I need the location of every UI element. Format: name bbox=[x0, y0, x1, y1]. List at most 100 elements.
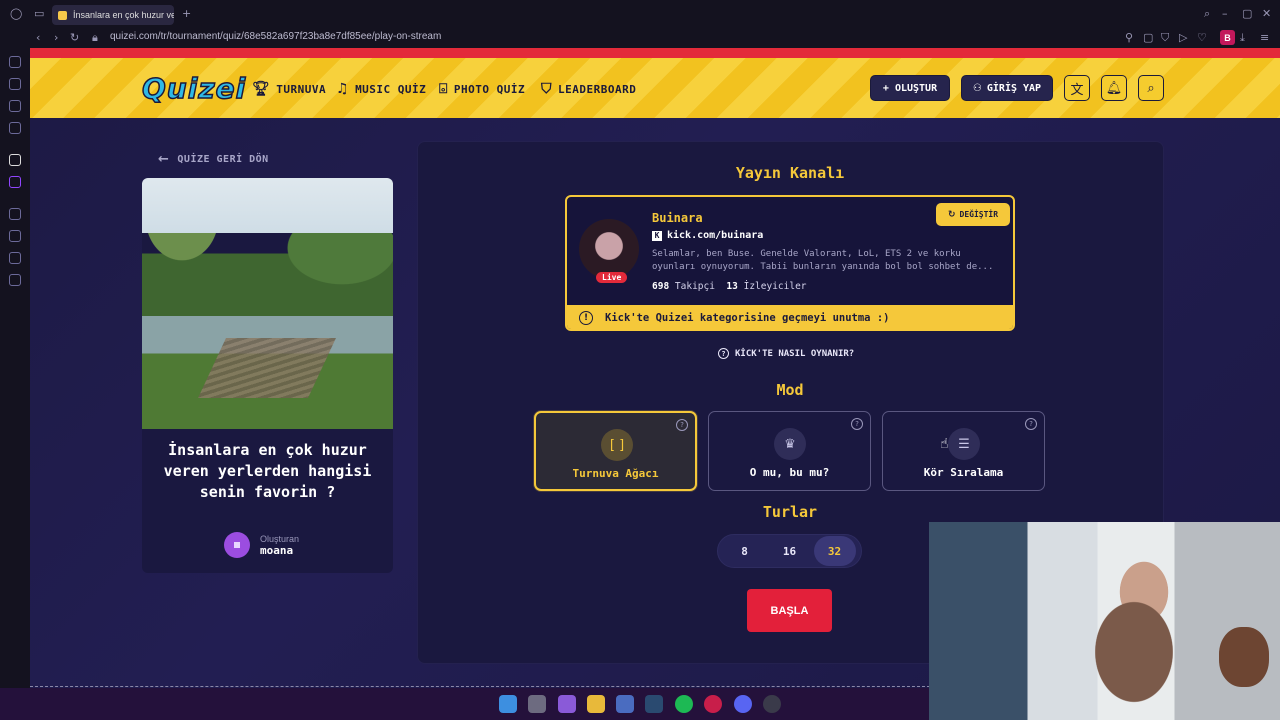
url-text[interactable]: quizei.com/tr/tournament/quiz/68e582a697… bbox=[110, 31, 441, 42]
music-note-icon: ♫ bbox=[336, 81, 350, 97]
followers-count: 698 bbox=[652, 281, 670, 292]
sidebar-player-icon[interactable] bbox=[9, 208, 21, 220]
rounds-selector: 8 16 32 bbox=[717, 534, 862, 568]
channel-card: Live Buinara K kick.com/buinara Selamlar… bbox=[565, 195, 1015, 331]
play-icon[interactable]: ▷ bbox=[1179, 31, 1187, 44]
new-tab-icon[interactable]: + bbox=[182, 7, 191, 20]
medal-icon: ⛉ bbox=[541, 81, 552, 97]
minimize-icon[interactable]: – bbox=[1222, 7, 1228, 20]
maximize-icon[interactable]: ▢ bbox=[1242, 7, 1252, 20]
file-explorer-icon[interactable] bbox=[587, 695, 605, 713]
nav-photo-quiz-label: PHOTO QUİZ bbox=[453, 82, 526, 96]
sidebar-settings-icon[interactable] bbox=[9, 274, 21, 286]
search-icon[interactable]: ⌕ bbox=[1138, 75, 1164, 101]
camera-icon: ⌻ bbox=[439, 81, 448, 97]
forward-nav-icon[interactable]: › bbox=[54, 31, 58, 44]
opera-logo-icon[interactable]: ◯ bbox=[10, 7, 22, 20]
search-tabs-icon[interactable]: ⌕ bbox=[1204, 7, 1210, 21]
viewers-label: İzleyiciler bbox=[743, 281, 807, 292]
mode-blind-ranking[interactable]: ☰ Kör Sıralama ? bbox=[882, 411, 1045, 491]
category-notice: ! Kick'te Quizei kategorisine geçmeyi un… bbox=[567, 305, 1013, 329]
sidebar-extensions-icon[interactable] bbox=[9, 252, 21, 264]
channel-avatar bbox=[579, 219, 639, 279]
divider bbox=[30, 686, 930, 687]
lock-icon: 🔒︎ bbox=[92, 31, 98, 44]
menu-icon[interactable]: ≡ bbox=[1260, 31, 1269, 44]
sidebar-messenger-icon[interactable] bbox=[9, 78, 21, 90]
user-icon: ⚇ bbox=[972, 82, 982, 94]
nav-music-quiz-label: MUSIC QUİZ bbox=[355, 82, 427, 96]
login-button[interactable]: ⚇ GİRİŞ YAP bbox=[961, 75, 1053, 101]
nav-turnuva[interactable]: 🏆︎ TURNUVA bbox=[252, 81, 326, 97]
creator-info[interactable]: Oluşturan moana bbox=[224, 532, 299, 558]
opera-gx-icon[interactable] bbox=[704, 695, 722, 713]
followers-label: Takipçi bbox=[674, 281, 715, 292]
spotify-icon[interactable] bbox=[675, 695, 693, 713]
address-bar: ‹ › ↻ 🔒︎ quizei.com/tr/tournament/quiz/6… bbox=[0, 28, 1280, 48]
snapshot-icon[interactable]: ▢ bbox=[1143, 31, 1153, 44]
chatgpt-icon[interactable] bbox=[763, 695, 781, 713]
reload-icon[interactable]: ↻ bbox=[70, 31, 79, 44]
round-option-8[interactable]: 8 bbox=[724, 536, 766, 566]
store-icon[interactable] bbox=[616, 695, 634, 713]
round-option-16[interactable]: 16 bbox=[769, 536, 811, 566]
round-option-32[interactable]: 32 bbox=[813, 536, 856, 566]
tab-favicon-icon bbox=[58, 10, 67, 20]
browser-tab-bar: ◯ ▭ İnsanlara en çok huzur ve + ⌕ – ▢ ✕ bbox=[0, 0, 1280, 28]
mode-tournament-bracket[interactable]: [ ] Turnuva Ağacı ? bbox=[534, 411, 697, 491]
nav-leaderboard[interactable]: ⛉ LEADERBOARD bbox=[541, 81, 636, 97]
bell-icon[interactable]: 🔔︎ bbox=[1101, 75, 1127, 101]
sidebar-aria-icon[interactable] bbox=[9, 56, 21, 68]
channel-stats: 698 Takipçi 13 İzleyiciler bbox=[652, 281, 807, 292]
create-button[interactable]: + OLUŞTUR bbox=[870, 75, 950, 101]
rounds-title: Turlar bbox=[762, 503, 818, 521]
tab-menu-icon[interactable]: ▭ bbox=[34, 7, 44, 20]
creator-name: moana bbox=[260, 543, 294, 557]
close-window-icon[interactable]: ✕ bbox=[1262, 7, 1271, 20]
sidebar-gx-corner-icon[interactable] bbox=[9, 122, 21, 134]
help-circle-icon[interactable]: ? bbox=[851, 418, 863, 430]
steam-icon[interactable] bbox=[645, 695, 663, 713]
heart-icon[interactable]: ♡ bbox=[1197, 31, 1207, 44]
help-circle-icon[interactable]: ? bbox=[1025, 418, 1037, 430]
download-icon[interactable]: ⤓ bbox=[1240, 31, 1245, 45]
discord-icon[interactable] bbox=[734, 695, 752, 713]
shield-icon[interactable]: ⛉ bbox=[1161, 31, 1169, 45]
pin-icon[interactable]: ⚲ bbox=[1125, 31, 1133, 44]
bracket-icon: [ ] bbox=[601, 429, 633, 461]
channel-name: Buinara bbox=[652, 211, 703, 225]
quizei-logo[interactable]: Quizei bbox=[141, 71, 246, 106]
mode-this-or-that[interactable]: ♛ O mu, bu mu? ? bbox=[708, 411, 871, 491]
browser-tab[interactable]: İnsanlara en çok huzur ve bbox=[52, 5, 174, 25]
viewers-count: 13 bbox=[726, 281, 738, 292]
live-banner-strip bbox=[30, 48, 1280, 58]
opera-sidebar bbox=[0, 48, 30, 688]
mode-label: Kör Sıralama bbox=[923, 466, 1004, 479]
nav-photo-quiz[interactable]: ⌻ PHOTO QUİZ bbox=[439, 81, 525, 97]
sidebar-history-icon[interactable] bbox=[9, 230, 21, 242]
how-to-play-link[interactable]: ? KİCK'TE NASIL OYNANIR? bbox=[718, 348, 854, 359]
tab-title: İnsanlara en çok huzur ve bbox=[73, 10, 174, 20]
back-nav-icon[interactable]: ‹ bbox=[36, 31, 40, 44]
webcam-overlay bbox=[929, 522, 1280, 720]
howto-label: KİCK'TE NASIL OYNANIR? bbox=[735, 348, 855, 359]
teddy-bear-shape bbox=[1219, 627, 1269, 687]
task-view-icon[interactable] bbox=[528, 695, 546, 713]
translate-icon[interactable]: 文 bbox=[1064, 75, 1090, 101]
help-circle-icon[interactable]: ? bbox=[676, 419, 688, 431]
windows-start-icon[interactable] bbox=[499, 695, 517, 713]
mode-label: Turnuva Ağacı bbox=[572, 467, 659, 480]
notice-text: Kick'te Quizei kategorisine geçmeyi unut… bbox=[605, 312, 890, 324]
start-button[interactable]: BAŞLA bbox=[747, 589, 832, 632]
refresh-icon: ↻ bbox=[947, 209, 956, 220]
profile-avatar[interactable]: B bbox=[1220, 30, 1235, 45]
nav-turnuva-label: TURNUVA bbox=[276, 82, 327, 96]
change-channel-button[interactable]: ↻ DEĞİŞTİR bbox=[936, 203, 1010, 226]
sidebar-instagram-icon[interactable] bbox=[9, 100, 21, 112]
list-icon: ☰ bbox=[948, 428, 980, 460]
nav-music-quiz[interactable]: ♫ MUSIC QUİZ bbox=[336, 81, 426, 97]
copilot-icon[interactable] bbox=[558, 695, 576, 713]
quiz-title: İnsanlara en çok huzur veren yerlerden h… bbox=[163, 441, 372, 501]
channel-link[interactable]: K kick.com/buinara bbox=[652, 230, 763, 241]
alert-icon: ! bbox=[579, 311, 593, 325]
